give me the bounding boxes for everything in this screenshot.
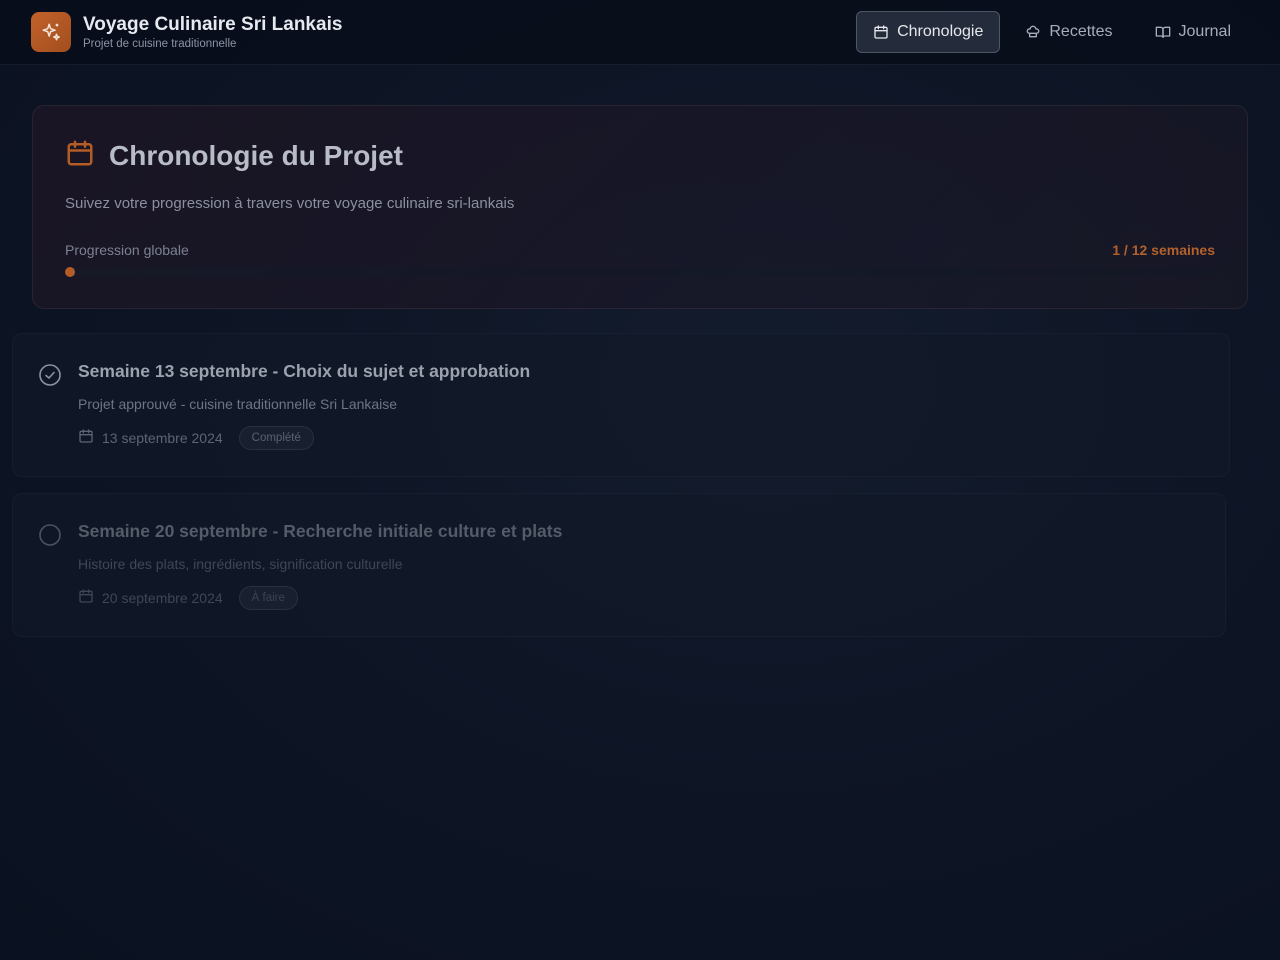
app-title: Voyage Culinaire Sri Lankais bbox=[83, 14, 343, 35]
progress-header: Progression globale 1 / 12 semaines bbox=[65, 242, 1215, 258]
nav-recettes[interactable]: Recettes bbox=[1008, 11, 1129, 53]
chef-hat-icon bbox=[1025, 24, 1041, 40]
timeline-item-description: Projet approuvé - cuisine traditionnelle… bbox=[78, 396, 398, 412]
nav-chronologie[interactable]: Chronologie bbox=[856, 11, 1001, 53]
calendar-icon bbox=[873, 24, 889, 40]
nav-journal[interactable]: Journal bbox=[1138, 11, 1248, 53]
timeline-item[interactable]: Semaine 20 septembre - Recherche initial… bbox=[12, 493, 1226, 637]
app-root: Voyage Culinaire Sri Lankais Projet de c… bbox=[0, 0, 1280, 960]
brand-text: Voyage Culinaire Sri Lankais Projet de c… bbox=[83, 14, 342, 50]
page-title: Chronologie du Projet bbox=[109, 139, 403, 171]
status-badge: À faire bbox=[238, 586, 298, 610]
calendar-icon bbox=[65, 138, 95, 173]
progress-value: 1 / 12 semaines bbox=[1112, 242, 1215, 258]
page-description: Suivez votre progression à travers votre… bbox=[65, 195, 515, 212]
brand[interactable]: Voyage Culinaire Sri Lankais Projet de c… bbox=[31, 12, 342, 52]
calendar-icon bbox=[78, 588, 94, 609]
progress-bar bbox=[65, 267, 1215, 277]
nav-label: Chronologie bbox=[897, 23, 984, 40]
sparkles-icon bbox=[31, 12, 71, 52]
nav-label: Recettes bbox=[1049, 23, 1113, 40]
nav-label: Journal bbox=[1178, 23, 1231, 40]
timeline-item-meta: 20 septembre 2024 À faire bbox=[78, 586, 298, 610]
timeline-item[interactable]: Semaine 13 septembre - Choix du sujet et… bbox=[12, 333, 1230, 477]
main-nav: Chronologie Recettes Journal bbox=[856, 11, 1248, 53]
progress-label: Progression globale bbox=[65, 242, 189, 258]
circle-icon[interactable] bbox=[38, 523, 62, 552]
timeline-item-meta: 13 septembre 2024 Complété bbox=[78, 426, 314, 450]
status-badge: Complété bbox=[238, 426, 314, 450]
hero-header: Chronologie du Projet bbox=[65, 138, 1215, 173]
calendar-icon bbox=[78, 428, 94, 449]
timeline-item-date: 20 septembre 2024 bbox=[102, 590, 223, 606]
project-overview-card: Chronologie du Projet Suivez votre progr… bbox=[32, 105, 1248, 309]
timeline-item-title: Semaine 20 septembre - Recherche initial… bbox=[78, 521, 563, 541]
top-bar: Voyage Culinaire Sri Lankais Projet de c… bbox=[0, 0, 1280, 65]
timeline-item-date: 13 septembre 2024 bbox=[102, 430, 223, 446]
progress-bar-fill bbox=[65, 267, 75, 277]
book-open-icon bbox=[1155, 24, 1171, 40]
check-circle-icon[interactable] bbox=[38, 363, 62, 392]
timeline-item-description: Histoire des plats, ingrédients, signifi… bbox=[78, 556, 403, 572]
timeline-item-title: Semaine 13 septembre - Choix du sujet et… bbox=[78, 361, 531, 381]
app-subtitle: Projet de cuisine traditionnelle bbox=[83, 38, 237, 50]
